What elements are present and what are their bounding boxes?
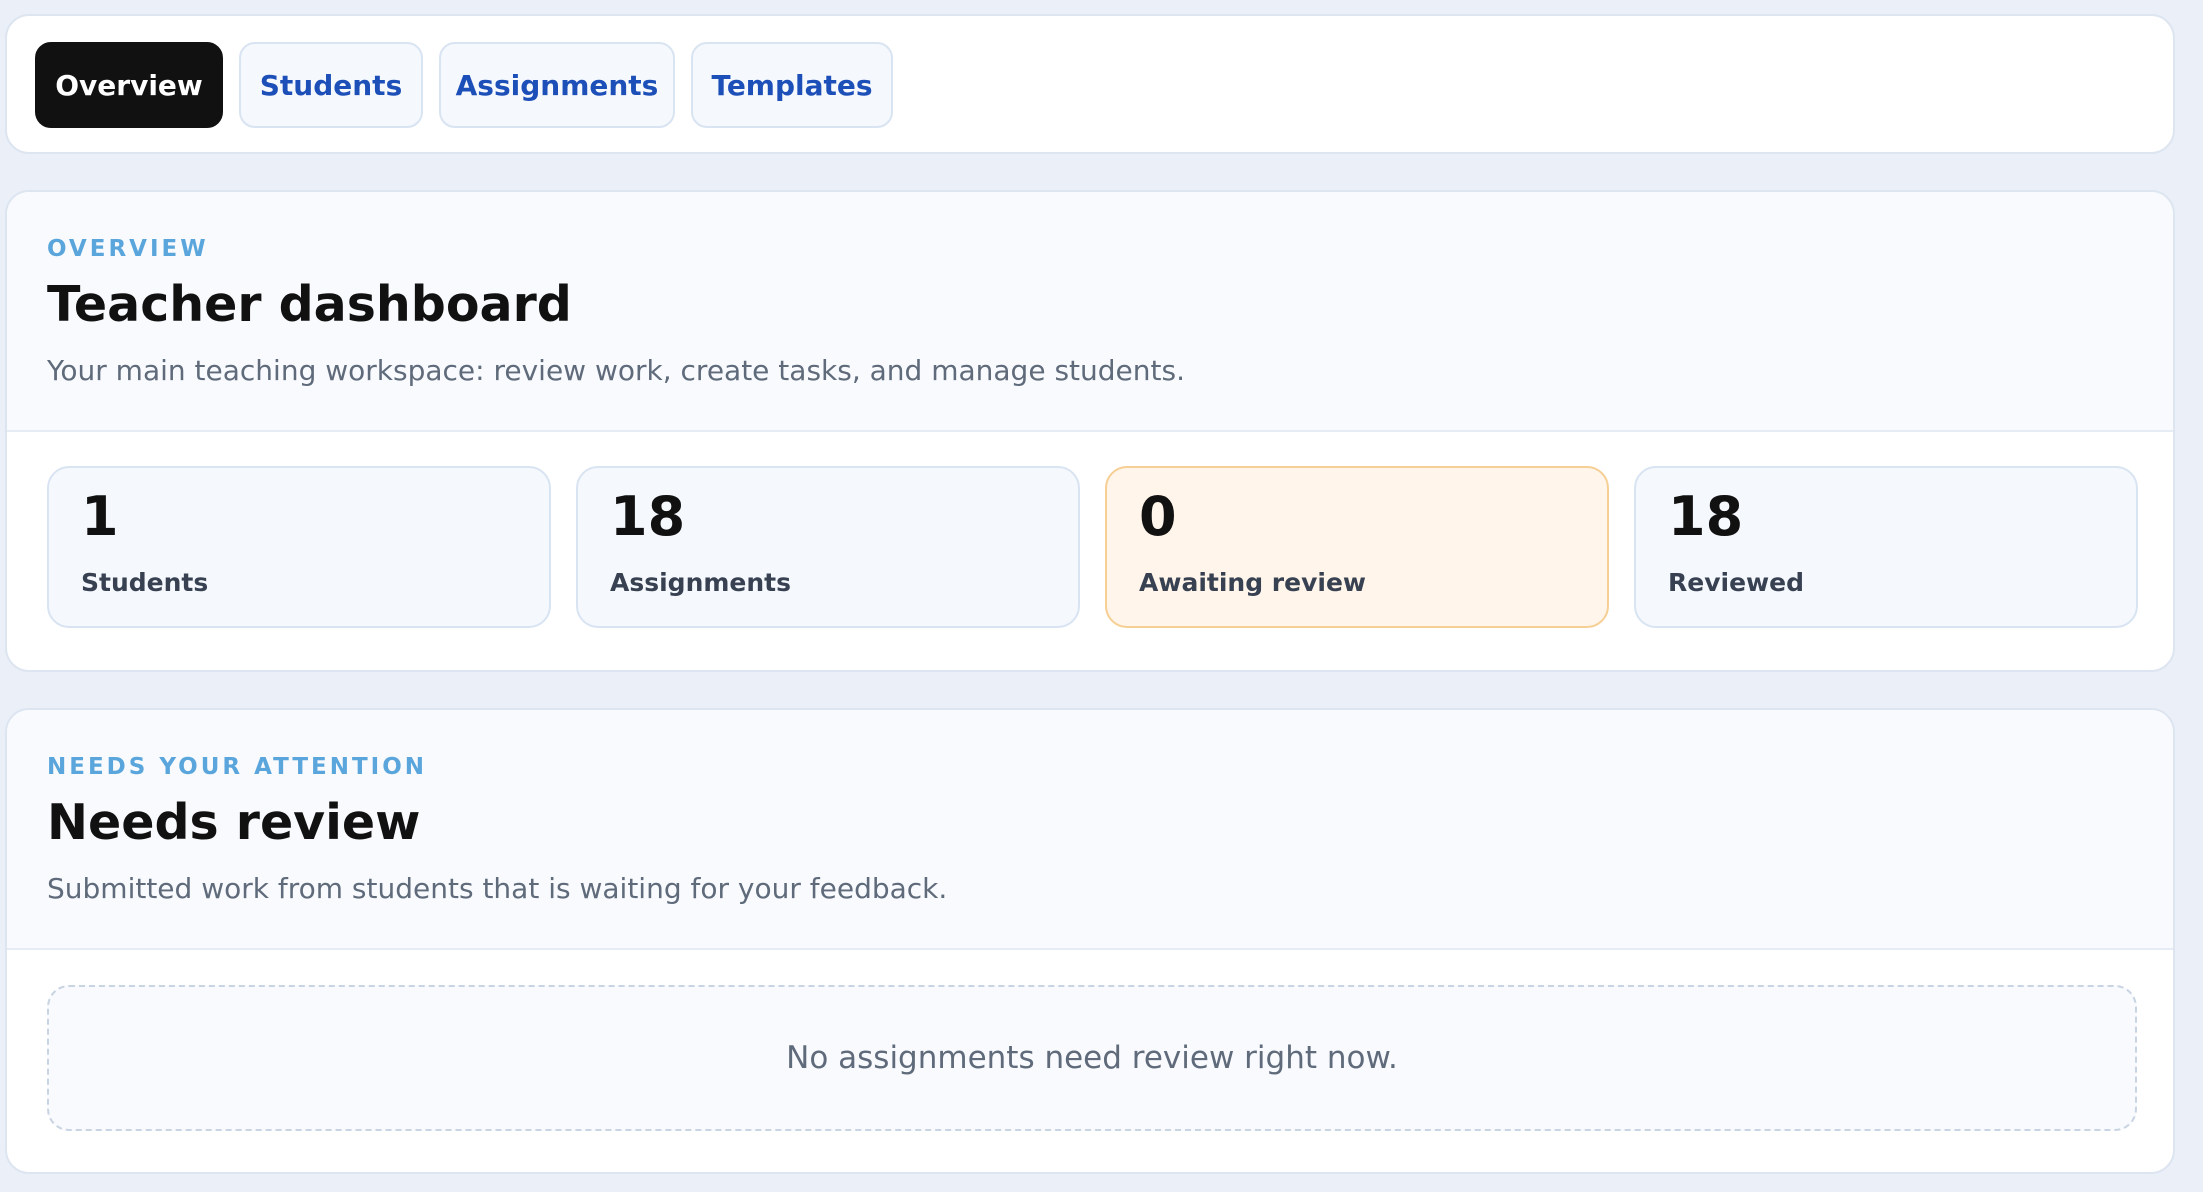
needs-review-card: NEEDS YOUR ATTENTION Needs review Submit… <box>5 708 2175 1174</box>
stat-card-students[interactable]: 1 Students <box>47 466 551 628</box>
needs-review-eyebrow: NEEDS YOUR ATTENTION <box>47 754 428 780</box>
tab-assignments[interactable]: Assignments <box>439 42 675 128</box>
stat-card-assignments[interactable]: 18 Assignments <box>576 466 1080 628</box>
empty-state-message: No assignments need review right now. <box>786 1040 1398 1076</box>
tab-templates[interactable]: Templates <box>691 42 893 128</box>
page-title: Teacher dashboard <box>47 276 572 333</box>
needs-review-header: NEEDS YOUR ATTENTION Needs review Submit… <box>7 710 2173 950</box>
section-title: Needs review <box>47 794 421 851</box>
stat-label: Reviewed <box>1668 568 1804 597</box>
stat-card-reviewed[interactable]: 18 Reviewed <box>1634 466 2138 628</box>
stat-label: Assignments <box>610 568 792 597</box>
stat-value: 18 <box>610 485 686 548</box>
tab-students[interactable]: Students <box>239 42 423 128</box>
stat-value: 1 <box>81 485 119 548</box>
stat-card-awaiting-review[interactable]: 0 Awaiting review <box>1105 466 1609 628</box>
tab-bar: Overview Students Assignments Templates <box>5 14 2175 154</box>
empty-state: No assignments need review right now. <box>47 985 2137 1131</box>
tab-overview[interactable]: Overview <box>35 42 223 128</box>
stat-label: Awaiting review <box>1139 568 1367 597</box>
overview-card: OVERVIEW Teacher dashboard Your main tea… <box>5 190 2175 672</box>
overview-eyebrow: OVERVIEW <box>47 236 209 262</box>
stat-value: 18 <box>1668 485 1744 548</box>
stat-label: Students <box>81 568 209 597</box>
stat-value: 0 <box>1139 485 1177 548</box>
page-description: Your main teaching workspace: review wor… <box>47 354 1185 387</box>
overview-header: OVERVIEW Teacher dashboard Your main tea… <box>7 192 2173 432</box>
section-description: Submitted work from students that is wai… <box>47 872 948 905</box>
